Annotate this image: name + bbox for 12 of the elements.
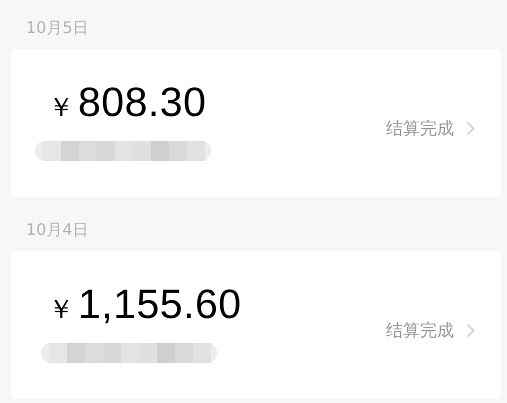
status-label: 结算完成 — [386, 320, 454, 342]
currency-symbol: ￥ — [48, 92, 74, 125]
date-heading: 10月5日 — [25, 17, 90, 39]
settlement-card[interactable]: ￥1,155.60 结算完成 — [11, 251, 501, 399]
date-heading: 10月4日 — [25, 219, 90, 241]
amount: 808.30 — [78, 79, 206, 126]
chevron-right-icon — [466, 120, 475, 136]
status-label: 结算完成 — [386, 118, 454, 140]
currency-symbol: ￥ — [48, 294, 74, 327]
chevron-right-icon — [466, 322, 475, 338]
settlement-card[interactable]: ￥808.30 结算完成 — [11, 49, 501, 197]
amount: 1,155.60 — [78, 281, 242, 328]
